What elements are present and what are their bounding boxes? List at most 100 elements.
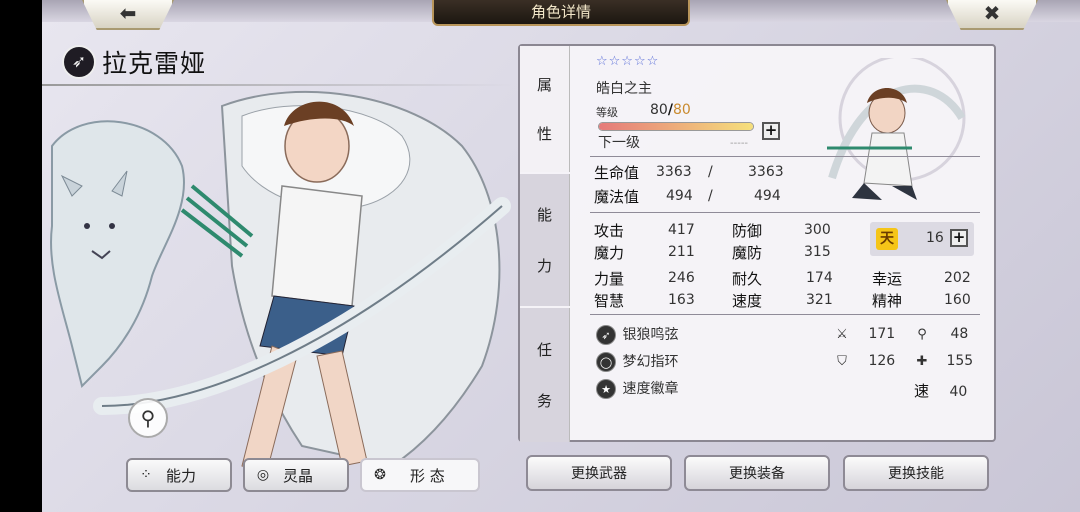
equipment-name: 银狼鸣弦 — [622, 327, 679, 343]
exp-bar — [598, 122, 754, 131]
stat-label-endurance: 耐久 — [732, 270, 763, 288]
side-tab-char: 属 — [536, 76, 552, 94]
divider — [590, 156, 980, 157]
change-skill-button[interactable]: 更换技能 — [843, 455, 989, 491]
shield-icon: ⛉ — [837, 354, 847, 369]
stats-icon: ⁘ — [140, 467, 152, 483]
level-max: 80 — [672, 102, 691, 118]
talent-icon: 天 — [876, 228, 898, 250]
next-level-value: ----- — [730, 138, 749, 149]
tab-form[interactable]: ❂ 形 态 — [360, 458, 480, 492]
mp-max: 494 — [754, 188, 781, 204]
stat-value-speed: 321 — [806, 292, 833, 308]
level-up-button[interactable]: + — [762, 122, 780, 140]
stat-label-spirit: 精神 — [872, 292, 903, 310]
talent-box: 天 16 + — [870, 222, 974, 256]
character-name: 拉克雷娅 — [102, 49, 207, 78]
weapon-attack-value: 171 — [868, 326, 896, 342]
hp-max: 3363 — [748, 164, 784, 180]
stat-value-defense: 300 — [804, 222, 831, 238]
stat-value-spirit: 160 — [944, 292, 971, 308]
weapon-magic-value: 48 — [950, 326, 969, 342]
divider — [590, 314, 980, 315]
letterbox — [0, 0, 42, 512]
stat-label-luck: 幸运 — [872, 270, 903, 288]
stat-value-attack: 417 — [668, 222, 695, 238]
tab-ability[interactable]: ⁘ 能力 — [126, 458, 232, 492]
stat-value-magic: 211 — [668, 244, 695, 260]
page-title: 角色详情 — [432, 0, 690, 26]
hp-row: 生命值 — [594, 162, 639, 183]
close-icon: ✖ — [983, 1, 1001, 25]
side-tab-quest[interactable]: 任 务 — [520, 308, 570, 442]
stat-value-endurance: 174 — [806, 270, 833, 286]
stat-label-strength: 力量 — [594, 270, 625, 288]
back-button[interactable]: ⬅ — [82, 0, 174, 30]
stat-value-wisdom: 163 — [668, 292, 695, 308]
side-tab-char: 能 — [536, 206, 552, 224]
equipment-weapon[interactable]: ➶ 银狼鸣弦 — [596, 324, 678, 345]
mp-row: 魔法值 — [594, 186, 639, 207]
magnifier-icon: ⚲ — [140, 406, 156, 430]
side-tab-char: 性 — [536, 125, 552, 143]
tab-form-label: 形 态 — [410, 466, 445, 485]
wolf-illustration — [50, 120, 185, 388]
close-button[interactable]: ✖ — [946, 0, 1038, 30]
stat-label-wisdom: 智慧 — [594, 292, 625, 310]
rarity-stars: ☆☆☆☆☆ — [596, 54, 660, 69]
mp-label: 魔法值 — [594, 188, 640, 206]
stat-value-magic-defense: 315 — [804, 244, 831, 260]
hp-current: 3363 — [656, 164, 692, 180]
equipment-name: 速度徽章 — [622, 381, 679, 397]
name-underline — [42, 84, 512, 86]
mp-current: 494 — [666, 188, 693, 204]
bow-icon: ➶ — [596, 325, 616, 345]
change-equipment-button[interactable]: 更换装备 — [684, 455, 830, 491]
stat-label-attack: 攻击 — [594, 222, 625, 240]
ring-defense-stat: ⛉ 126 — [834, 353, 895, 369]
change-weapon-button[interactable]: 更换武器 — [526, 455, 672, 491]
side-tab-char: 力 — [536, 257, 552, 275]
level-label: 等级 — [596, 106, 618, 119]
hp-label: 生命值 — [594, 164, 640, 182]
side-tab-char: 任 — [536, 340, 552, 359]
tab-crystal-label: 灵晶 — [283, 466, 314, 485]
back-arrow-icon: ⬅ — [119, 1, 137, 25]
stat-label-magic-defense: 魔防 — [732, 244, 763, 262]
ring-icon: ◯ — [596, 352, 616, 372]
level-value: 80/80 — [650, 102, 691, 118]
talent-plus-button[interactable]: + — [950, 229, 968, 247]
ring-mdef-stat: ✚ 155 — [914, 353, 974, 369]
exp-fill — [599, 123, 753, 130]
badge-speed-label: 速 — [914, 382, 930, 400]
character-title: 皓白之主 — [596, 81, 652, 97]
equipment-name: 梦幻指环 — [622, 354, 679, 370]
ring-mdef-value: 155 — [946, 353, 974, 369]
badge-icon: ★ — [596, 379, 616, 399]
equipment-badge[interactable]: ★ 速度徽章 — [596, 378, 678, 399]
next-level-label: 下一级 — [598, 135, 640, 151]
level-current: 80 — [650, 102, 668, 118]
crystal-icon: ◎ — [256, 467, 270, 483]
stat-value-luck: 202 — [944, 270, 971, 286]
sword-icon: ⚔ — [836, 327, 848, 342]
side-tab-ability[interactable]: 能 力 — [520, 174, 570, 306]
tab-ability-label: 能力 — [166, 466, 197, 485]
tab-crystal[interactable]: ◎ 灵晶 — [243, 458, 349, 492]
zoom-button[interactable]: ⚲ — [128, 398, 168, 438]
side-tab-char: 务 — [536, 392, 552, 411]
form-icon: ❂ — [374, 467, 386, 483]
side-tab-attributes[interactable]: 属 性 — [520, 46, 570, 172]
bow-class-icon: ➶ — [62, 45, 96, 79]
character-name-row: ➶ 拉克雷娅 — [62, 44, 206, 80]
divider — [590, 212, 980, 213]
weapon-attack-stat: ⚔ 171 — [834, 326, 895, 342]
equipment-ring[interactable]: ◯ 梦幻指环 — [596, 351, 678, 372]
stat-label-speed: 速度 — [732, 292, 763, 310]
weapon-magic-stat: ⚲ 48 — [914, 326, 968, 342]
cross-shield-icon: ✚ — [916, 354, 928, 369]
badge-speed-value: 40 — [949, 384, 968, 400]
stat-label-defense: 防御 — [732, 222, 763, 240]
talent-value: 16 — [926, 230, 944, 246]
chibi-portrait — [827, 58, 966, 200]
